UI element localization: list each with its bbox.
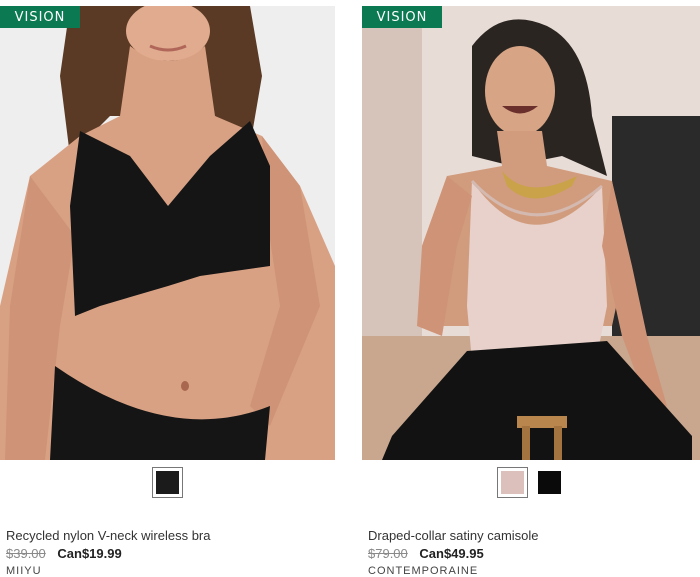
original-price: $39.00 <box>6 546 46 561</box>
sale-price: Can$49.95 <box>419 546 484 561</box>
swatch-color <box>501 471 524 494</box>
badge-label: VISION <box>376 9 428 25</box>
product-card[interactable]: VISION Recycled nylon V-neck wireless br… <box>0 0 335 577</box>
product-name[interactable]: Draped-collar satiny camisole <box>368 528 539 543</box>
vision-badge: VISION <box>362 6 442 28</box>
product-photo-illustration <box>0 6 335 460</box>
product-image[interactable]: VISION <box>362 6 700 460</box>
product-card[interactable]: VISION Draped-collar satiny camisole $79… <box>362 0 700 577</box>
sale-price: Can$19.99 <box>57 546 122 561</box>
product-image[interactable]: VISION <box>0 6 335 460</box>
swatch-black[interactable] <box>152 467 183 498</box>
color-swatches <box>362 467 700 498</box>
color-swatches <box>0 467 335 498</box>
vision-badge: VISION <box>0 6 80 28</box>
brand-name[interactable]: MIIYU <box>6 565 42 577</box>
product-name[interactable]: Recycled nylon V-neck wireless bra <box>6 528 210 543</box>
swatch-color <box>156 471 179 494</box>
price-row: $39.00 Can$19.99 <box>6 546 122 561</box>
brand-name[interactable]: CONTEMPORAINE <box>368 565 478 577</box>
original-price: $79.00 <box>368 546 408 561</box>
price-row: $79.00 Can$49.95 <box>368 546 484 561</box>
swatch-black[interactable] <box>534 467 565 498</box>
badge-label: VISION <box>14 9 66 25</box>
swatch-blush[interactable] <box>497 467 528 498</box>
swatch-color <box>538 471 561 494</box>
product-photo-illustration <box>362 6 700 460</box>
